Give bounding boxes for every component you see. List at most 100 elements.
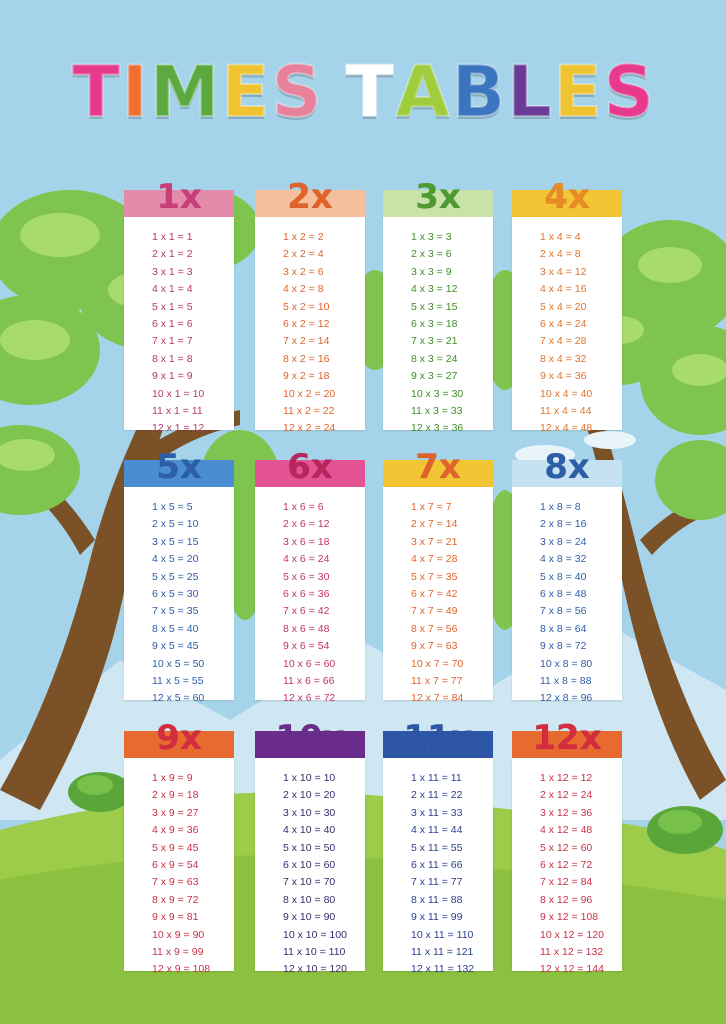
equation-row: 2 x 5 = 10 [152, 518, 199, 531]
equation-row: 3 x 10 = 30 [283, 806, 336, 819]
equation-row: 2 x 12 = 24 [540, 789, 593, 802]
card-body: 1 x 9 = 9 2 x 9 = 18 3 x 9 = 27 4 x 9 = 36 5… [124, 758, 234, 975]
equation-row: 11 x 10 = 110 [283, 945, 346, 958]
equation-row: 11 x 2 = 22 [283, 404, 335, 417]
card-body: 1 x 10 = 10 2 x 10 = 20 3 x 10 = 30 4 x 10 … [255, 758, 365, 975]
equation-row: 10 x 4 = 40 [540, 387, 593, 400]
card-body: 1 x 12 = 12 2 x 12 = 24 3 x 12 = 36 4 x 12 … [512, 758, 622, 975]
equation-row: 7 x 12 = 84 [540, 876, 593, 889]
equation-row: 4 x 10 = 40 [283, 824, 336, 837]
card-heading: 4x [544, 177, 591, 218]
equation-row: 12 x 11 = 132 [411, 963, 475, 976]
title-letter: L [506, 50, 553, 134]
equation-row: 12 x 9 = 108 [152, 963, 211, 976]
equation-row: 5 x 9 = 45 [152, 841, 199, 854]
equation-row: 8 x 3 = 24 [411, 352, 458, 365]
equation-row: 8 x 1 = 8 [152, 352, 193, 365]
equation-row: 11 x 11 = 121 [411, 945, 474, 958]
table-card-4: 4x 1 x 4 = 4 2 x 4 = 8 3 x 4 = 12 4 x 4 = 16… [512, 176, 622, 434]
equation-row: 12 x 5 = 60 [152, 692, 205, 705]
equation-row: 10 x 6 = 60 [283, 657, 336, 670]
equation-row: 7 x 9 = 63 [152, 876, 199, 889]
equation-row: 6 x 8 = 48 [540, 587, 587, 600]
table-card-8: 8x 1 x 8 = 8 2 x 8 = 16 3 x 8 = 24 4 x 8 = 3… [512, 446, 622, 704]
title-letter: M [149, 50, 221, 134]
equation-row: 5 x 7 = 35 [411, 570, 458, 583]
equation-row: 3 x 12 = 36 [540, 806, 593, 819]
equation-list: 1 x 7 = 7 2 x 7 = 14 3 x 7 = 21 4 x 7 = 28 5… [383, 499, 493, 708]
equation-row: 9 x 4 = 36 [540, 370, 587, 383]
equation-row: 5 x 12 = 60 [540, 841, 593, 854]
equation-list: 1 x 12 = 12 2 x 12 = 24 3 x 12 = 36 4 x 12 … [512, 770, 622, 979]
equation-row: 9 x 2 = 18 [283, 370, 330, 383]
equation-row: 6 x 11 = 66 [411, 858, 463, 871]
card-heading: 5x [156, 447, 203, 488]
card-body: 1 x 4 = 4 2 x 4 = 8 3 x 4 = 12 4 x 4 = 16 5 … [512, 217, 622, 434]
equation-row: 7 x 10 = 70 [283, 876, 336, 889]
equation-row: 2 x 2 = 4 [283, 248, 324, 261]
equation-row: 9 x 12 = 108 [540, 911, 599, 924]
equation-row: 7 x 7 = 49 [411, 605, 458, 618]
equation-row: 9 x 9 = 81 [152, 911, 199, 924]
equation-row: 2 x 9 = 18 [152, 789, 199, 802]
equation-row: 3 x 6 = 18 [283, 535, 330, 548]
title-letter: B [451, 50, 506, 134]
equation-row: 7 x 11 = 77 [411, 876, 463, 889]
equation-row: 10 x 10 = 100 [283, 928, 347, 941]
title-letter: T [71, 50, 121, 134]
equation-row: 8 x 12 = 96 [540, 893, 593, 906]
equation-row: 2 x 8 = 16 [540, 518, 587, 531]
card-heading: 12x [532, 718, 602, 759]
equation-row: 1 x 10 = 10 [283, 772, 336, 784]
times-tables-poster: TIMES TABLES 1x 1 x 1 = 12 x 1 = 23 x 1 = … [0, 0, 726, 1024]
equation-row: 4 x 4 = 16 [540, 283, 587, 296]
card-body: 1 x 5 = 5 2 x 5 = 10 3 x 5 = 15 4 x 5 = 20 5… [124, 487, 234, 704]
table-card-1: 1x 1 x 1 = 1 2 x 1 = 2 3 x 1 = 3 4 x 1 = 4 5 … [124, 176, 234, 434]
equation-row: 5 x 4 = 20 [540, 300, 587, 313]
equation-list: 1 x 11 = 11 2 x 11 = 22 3 x 11 = 33 4 x 11 … [383, 770, 493, 979]
equation-row: 6 x 7 = 42 [411, 587, 458, 600]
equation-row: 5 x 8 = 40 [540, 570, 587, 583]
card-body: 1 x 1 = 1 2 x 1 = 2 3 x 1 = 3 4 x 1 = 4 5 x … [124, 217, 234, 434]
equation-row: 11 x 8 = 88 [540, 674, 592, 687]
equation-list: 1 x 6 = 6 2 x 6 = 12 3 x 6 = 18 4 x 6 = 24 5… [255, 499, 365, 708]
equation-row: 7 x 5 = 35 [152, 605, 199, 618]
equation-row: 12 x 7 = 84 [411, 692, 464, 705]
equation-list: 1 x 10 = 10 2 x 10 = 20 3 x 10 = 30 4 x 10 … [255, 770, 365, 979]
equation-row: 6 x 9 = 54 [152, 858, 199, 871]
equation-row: 4 x 12 = 48 [540, 824, 593, 837]
equation-row: 10 x 9 = 90 [152, 928, 205, 941]
equation-row: 7 x 3 = 21 [411, 335, 458, 348]
equation-row: 9 x 6 = 54 [283, 640, 330, 653]
equation-row: 1 x 7 = 7 [411, 501, 452, 513]
title-letter: S [270, 50, 322, 134]
equation-row: 1 x 8 = 8 [540, 501, 581, 513]
equation-row: 7 x 4 = 28 [540, 335, 587, 348]
card-body: 1 x 6 = 6 2 x 6 = 12 3 x 6 = 18 4 x 6 = 24 5… [255, 487, 365, 704]
equation-list: 1 x 1 = 1 2 x 1 = 2 3 x 1 = 3 4 x 1 = 4 5 x … [124, 229, 234, 438]
equation-row: 1 x 12 = 12 [540, 772, 593, 784]
equation-list: 1 x 8 = 8 2 x 8 = 16 3 x 8 = 24 4 x 8 = 32 5… [512, 499, 622, 708]
equation-row: 2 x 11 = 22 [411, 789, 463, 802]
table-card-10: 10x 1 x 10 = 10 2 x 10 = 20 3 x 10 = 30 4 x … [255, 717, 365, 975]
equation-row: 12 x 6 = 72 [283, 692, 336, 705]
equation-row: 5 x 3 = 15 [411, 300, 458, 313]
card-body: 1 x 11 = 11 2 x 11 = 22 3 x 11 = 33 4 x 11 … [383, 758, 493, 975]
equation-list: 1 x 9 = 9 2 x 9 = 18 3 x 9 = 27 4 x 9 = 36 5… [124, 770, 234, 979]
equation-row: 4 x 11 = 44 [411, 824, 463, 837]
equation-row: 10 x 5 = 50 [152, 657, 205, 670]
equation-row: 6 x 4 = 24 [540, 317, 587, 330]
equation-row: 11 x 3 = 33 [411, 404, 463, 417]
equation-row: 4 x 9 = 36 [152, 824, 199, 837]
equation-row: 11 x 5 = 55 [152, 674, 204, 687]
title-letter: I [121, 50, 149, 134]
equation-row: 12 x 3 = 36 [411, 422, 464, 435]
card-body: 1 x 7 = 7 2 x 7 = 14 3 x 7 = 21 4 x 7 = 28 5… [383, 487, 493, 704]
equation-row: 3 x 7 = 21 [411, 535, 458, 548]
equation-row: 10 x 11 = 110 [411, 928, 474, 941]
equation-row: 3 x 2 = 6 [283, 265, 324, 278]
equation-row: 7 x 8 = 56 [540, 605, 587, 618]
equation-row: 1 x 4 = 4 [540, 231, 581, 243]
equation-row: 10 x 2 = 20 [283, 387, 336, 400]
equation-row: 9 x 11 = 99 [411, 911, 463, 924]
